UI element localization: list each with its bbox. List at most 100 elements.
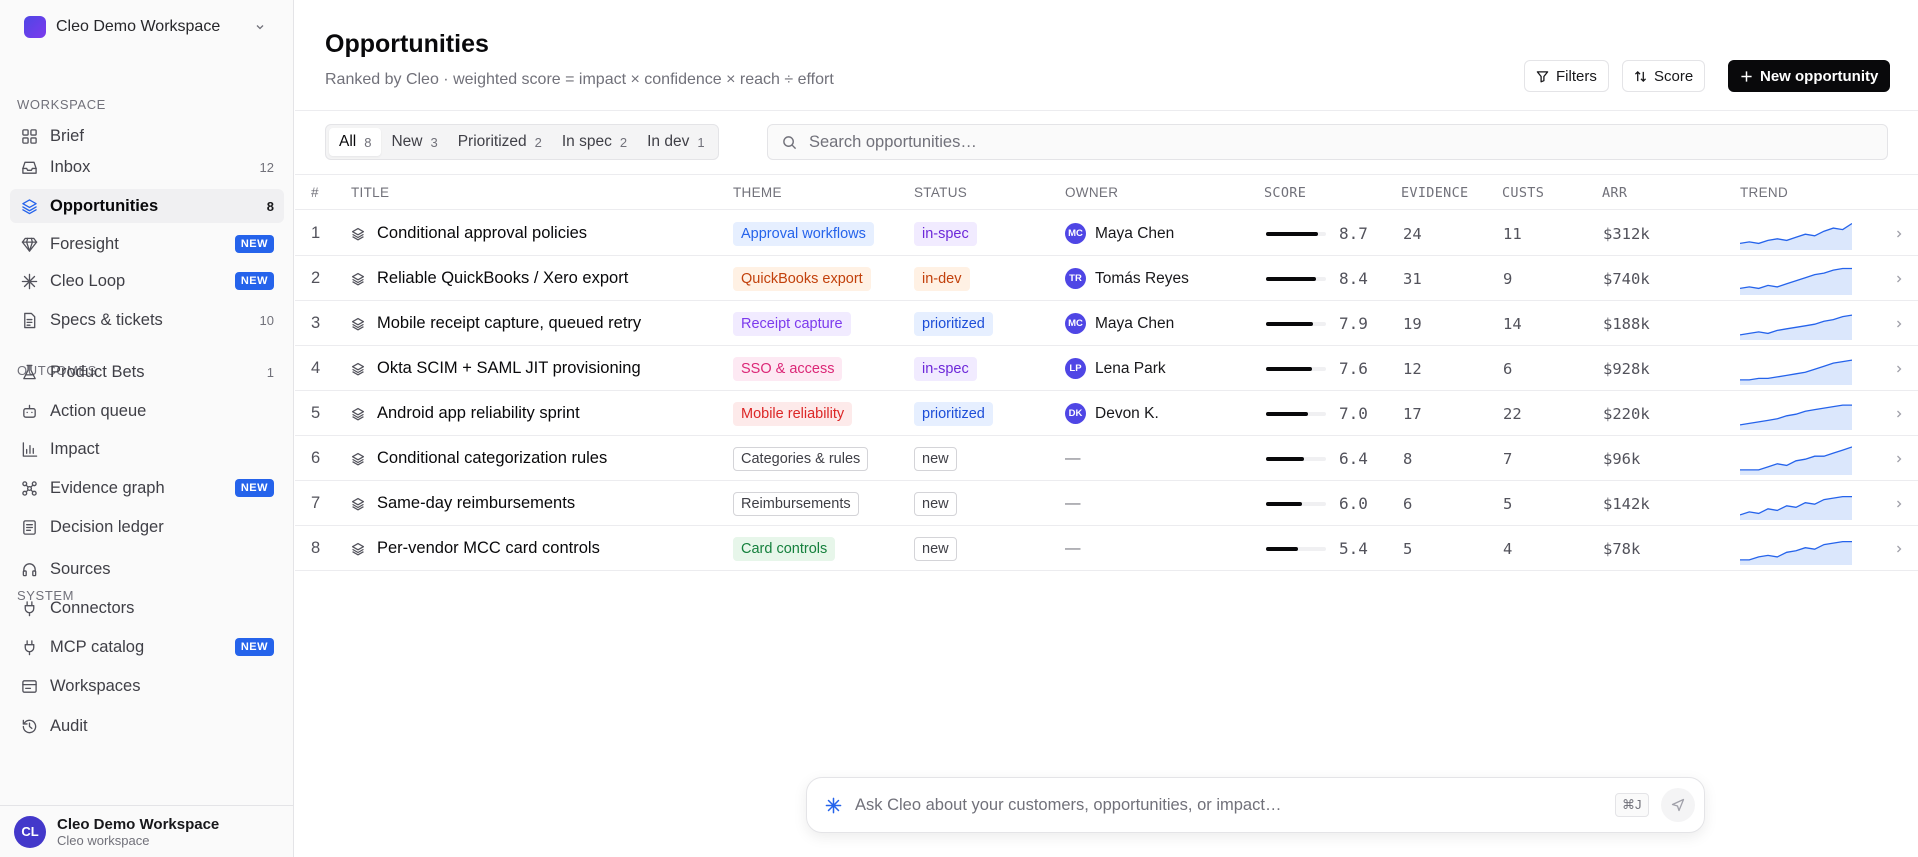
- grid-icon: [20, 127, 38, 145]
- sidebar-item-brief[interactable]: Brief: [10, 119, 284, 153]
- plug-icon: [20, 638, 38, 656]
- user-subtitle: Cleo workspace: [57, 832, 150, 848]
- sort-icon: [1634, 70, 1647, 82]
- layers-icon: [351, 317, 365, 330]
- sidebar-item-workspaces[interactable]: Workspaces: [10, 669, 284, 703]
- theme-tag[interactable]: Reimbursements: [733, 491, 859, 516]
- headset-icon: [20, 560, 38, 578]
- arr-value: $78k: [1603, 539, 1641, 558]
- theme-tag[interactable]: Receipt capture: [733, 311, 851, 336]
- score-label: Score: [1654, 67, 1694, 85]
- flask-icon: [20, 363, 38, 381]
- sidebar-item-mcp-catalog[interactable]: MCP catalog NEW: [10, 630, 284, 664]
- table-row[interactable]: 3 Mobile receipt capture, queued retry Rec…: [295, 301, 1918, 346]
- sidebar-item-foresight[interactable]: Foresight NEW: [10, 227, 284, 261]
- row-rank: 3: [311, 314, 321, 332]
- sidebar-item-audit[interactable]: Audit: [10, 709, 284, 743]
- new-opportunity-button[interactable]: New opportunity: [1728, 60, 1891, 92]
- section-label-workspace: WORKSPACE: [17, 97, 106, 112]
- layers-icon: [351, 407, 365, 420]
- column-header-owner: OWNER: [1065, 185, 1119, 200]
- send-button[interactable]: [1661, 788, 1695, 822]
- filters-button[interactable]: Filters: [1524, 60, 1609, 92]
- score-value: 8.7: [1339, 224, 1368, 243]
- theme-tag[interactable]: Card controls: [733, 536, 836, 561]
- score-bar: [1266, 546, 1326, 551]
- search-box[interactable]: [767, 124, 1888, 160]
- sidebar-item-label: Cleo Loop: [50, 271, 126, 290]
- sparkle-icon: [20, 272, 38, 290]
- trend-sparkline: [1740, 526, 1852, 571]
- row-title: Per-vendor MCC card controls: [377, 539, 600, 557]
- owner-avatar: DK: [1065, 403, 1086, 424]
- tab-in-dev[interactable]: In dev 1: [637, 128, 714, 156]
- column-header-arr[interactable]: ARR: [1602, 185, 1627, 201]
- sidebar-item-label: Decision ledger: [50, 517, 164, 536]
- tab-label: New: [391, 133, 423, 150]
- table-row[interactable]: 5 Android app reliability sprint Mobile re…: [295, 391, 1918, 436]
- bar-chart-icon: [20, 440, 38, 458]
- column-header-evidence[interactable]: EVIDENCE: [1401, 185, 1468, 201]
- table-row[interactable]: 7 Same-day reimbursements Reimbursements ne…: [295, 481, 1918, 526]
- theme-tag[interactable]: Approval workflows: [733, 221, 874, 246]
- theme-tag[interactable]: Categories & rules: [733, 446, 869, 471]
- tab-prioritized[interactable]: Prioritized 2: [448, 128, 552, 156]
- tab-count: 2: [534, 134, 542, 150]
- workspace-name: Cleo Demo Workspace: [56, 18, 221, 35]
- evidence-count: 12: [1403, 359, 1422, 378]
- row-owner: DK Devon K.: [1065, 391, 1159, 436]
- sidebar-item-cleo-loop[interactable]: Cleo Loop NEW: [10, 264, 284, 298]
- chevron-right-icon: [1897, 230, 1902, 237]
- sidebar-item-impact[interactable]: Impact: [10, 432, 284, 466]
- sidebar-item-opportunities[interactable]: Opportunities 8: [10, 189, 284, 223]
- search-input[interactable]: [809, 132, 1809, 152]
- shortcut-hint: ⌘J: [1615, 793, 1649, 817]
- user-card[interactable]: CL Cleo Demo Workspace Cleo workspace: [0, 805, 293, 857]
- table-row[interactable]: 2 Reliable QuickBooks / Xero export QuickB…: [295, 256, 1918, 301]
- chevron-down-icon: [256, 25, 264, 30]
- theme-tag[interactable]: Mobile reliability: [733, 401, 853, 426]
- row-rank: 7: [311, 494, 321, 512]
- trend-sparkline: [1740, 301, 1852, 346]
- sidebar-item-action-queue[interactable]: Action queue: [10, 394, 284, 428]
- tab-all[interactable]: All 8: [329, 128, 382, 156]
- customer-count: 22: [1503, 404, 1522, 423]
- sidebar-item-inbox[interactable]: Inbox 12: [10, 150, 284, 184]
- score-sort-button[interactable]: Score: [1622, 60, 1706, 92]
- sidebar-item-specs-tickets[interactable]: Specs & tickets 10: [10, 303, 284, 337]
- customer-count: 4: [1503, 539, 1513, 558]
- table-row[interactable]: 6 Conditional categorization rules Categor…: [295, 436, 1918, 481]
- sidebar-item-label: Foresight: [50, 234, 119, 253]
- tab-in-spec[interactable]: In spec 2: [552, 128, 637, 156]
- sidebar-item-label: Inbox: [50, 157, 91, 176]
- history-icon: [20, 717, 38, 735]
- sidebar-item-product-bets[interactable]: Product Bets 1: [10, 355, 284, 389]
- status-badge: in-spec: [914, 356, 977, 381]
- score-value: 7.9: [1339, 314, 1368, 333]
- sparkle-icon: [825, 797, 842, 813]
- theme-tag[interactable]: QuickBooks export: [733, 266, 871, 291]
- table-row[interactable]: 8 Per-vendor MCC card controls Card contro…: [295, 526, 1918, 571]
- sidebar-item-decision-ledger[interactable]: Decision ledger: [10, 510, 284, 544]
- trend-sparkline: [1740, 481, 1852, 526]
- table-row[interactable]: 4 Okta SCIM + SAML JIT provisioning SSO & …: [295, 346, 1918, 391]
- ask-cleo-bar[interactable]: ⌘J: [806, 777, 1705, 833]
- tab-new[interactable]: New 3: [381, 128, 447, 156]
- sidebar-item-evidence-graph[interactable]: Evidence graph NEW: [10, 471, 284, 505]
- search-icon: [783, 135, 797, 149]
- sidebar-item-sources[interactable]: Sources: [10, 552, 284, 586]
- column-header-score[interactable]: SCORE: [1264, 185, 1306, 201]
- table-header: # TITLE THEME STATUS OWNER SCORE EVIDENC…: [295, 176, 1918, 210]
- status-badge: new: [914, 491, 957, 516]
- table-row[interactable]: 1 Conditional approval policies Approval w…: [295, 211, 1918, 256]
- status-badge: prioritized: [914, 311, 993, 336]
- main-content: Opportunities Ranked by Cleo · weighted …: [295, 0, 1918, 857]
- ask-cleo-input[interactable]: [855, 795, 1615, 815]
- column-header-custs[interactable]: CUSTS: [1502, 185, 1544, 201]
- workspace-switcher[interactable]: Cleo Demo Workspace: [14, 12, 276, 42]
- theme-tag[interactable]: SSO & access: [733, 356, 843, 381]
- new-opportunity-label: New opportunity: [1760, 67, 1879, 85]
- row-rank: 5: [311, 404, 321, 422]
- sidebar-item-connectors[interactable]: Connectors: [10, 591, 284, 625]
- tab-label: In spec: [561, 133, 612, 150]
